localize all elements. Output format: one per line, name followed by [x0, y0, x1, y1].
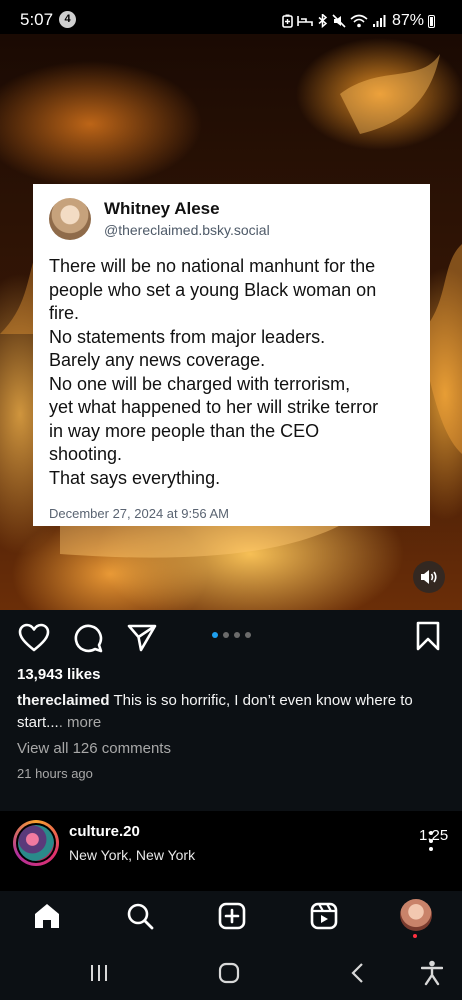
create-icon[interactable] — [218, 902, 246, 930]
recent-apps-icon[interactable] — [89, 964, 109, 982]
battery-saver-icon — [282, 14, 293, 28]
view-comments-link[interactable]: View all 126 comments — [17, 740, 171, 757]
home-button-icon[interactable] — [218, 962, 240, 984]
battery-percent: 87% — [392, 12, 425, 29]
carousel-dot — [223, 632, 229, 638]
notification-dot — [413, 934, 417, 938]
author-avatar — [49, 198, 91, 240]
audio-button[interactable] — [413, 561, 445, 593]
comment-icon[interactable] — [73, 623, 103, 653]
share-icon[interactable] — [127, 623, 157, 653]
heart-icon[interactable] — [18, 623, 50, 653]
tweet-line: No one will be charged with terrorism, — [49, 373, 351, 394]
tweet-line: fire. — [49, 303, 80, 323]
post-timestamp: 21 hours ago — [17, 766, 93, 781]
tweet-line: That says everything. — [49, 467, 221, 488]
carousel-dot — [245, 632, 251, 638]
next-post-username[interactable]: culture.20 — [69, 823, 140, 840]
tweet-line: in way more people than the CEO — [49, 420, 320, 441]
sleep-icon — [297, 16, 313, 26]
bluetooth-icon — [318, 14, 328, 28]
tweet-line: Barely any news coverage. — [49, 350, 266, 370]
signal-icon — [373, 15, 386, 27]
mute-icon — [332, 14, 346, 28]
next-post-avatar[interactable] — [16, 823, 56, 863]
back-icon[interactable] — [350, 962, 364, 984]
author-name: Whitney Alese — [104, 199, 220, 218]
caption-more-link[interactable]: . more — [59, 714, 102, 731]
notification-count-badge: 4 — [59, 11, 76, 28]
carousel-indicator — [212, 632, 251, 638]
profile-avatar[interactable] — [400, 899, 432, 931]
status-icons: 87% — [282, 12, 436, 30]
likes-count[interactable]: 13,943 likes — [17, 666, 100, 683]
author-handle: @thereclaimed.bsky.social — [104, 222, 270, 238]
tweet-line: No statements from major leaders. — [49, 326, 326, 347]
home-icon[interactable] — [33, 902, 61, 930]
caption-username[interactable]: thereclaimed — [17, 692, 110, 709]
speaker-icon — [421, 570, 437, 584]
reels-icon[interactable] — [310, 902, 338, 930]
tweet-card: Whitney Alese @thereclaimed.bsky.social … — [33, 184, 430, 526]
carousel-dot — [234, 632, 240, 638]
post-image[interactable]: Whitney Alese @thereclaimed.bsky.social … — [0, 34, 462, 610]
tweet-date: December 27, 2024 at 9:56 AM — [49, 506, 229, 521]
battery-icon — [428, 14, 436, 28]
tweet-text: There will be no national manhunt for th… — [49, 255, 421, 490]
wifi-icon — [350, 14, 368, 28]
tweet-line: people who set a young Black woman on — [49, 279, 377, 300]
caption[interactable]: thereclaimed This is so horrific, I don’… — [17, 690, 445, 734]
carousel-dot — [212, 632, 218, 638]
next-post-location[interactable]: New York, New York — [69, 847, 195, 863]
status-time: 5:07 — [20, 10, 54, 29]
tweet-line: yet what happened to her will strike ter… — [49, 397, 379, 417]
tweet-line: There will be no national manhunt for th… — [49, 256, 376, 276]
search-icon[interactable] — [126, 902, 154, 930]
more-options-icon[interactable] — [428, 830, 434, 852]
bookmark-icon[interactable] — [414, 621, 442, 651]
tweet-line: shooting. — [49, 444, 123, 464]
accessibility-icon[interactable] — [421, 960, 443, 986]
